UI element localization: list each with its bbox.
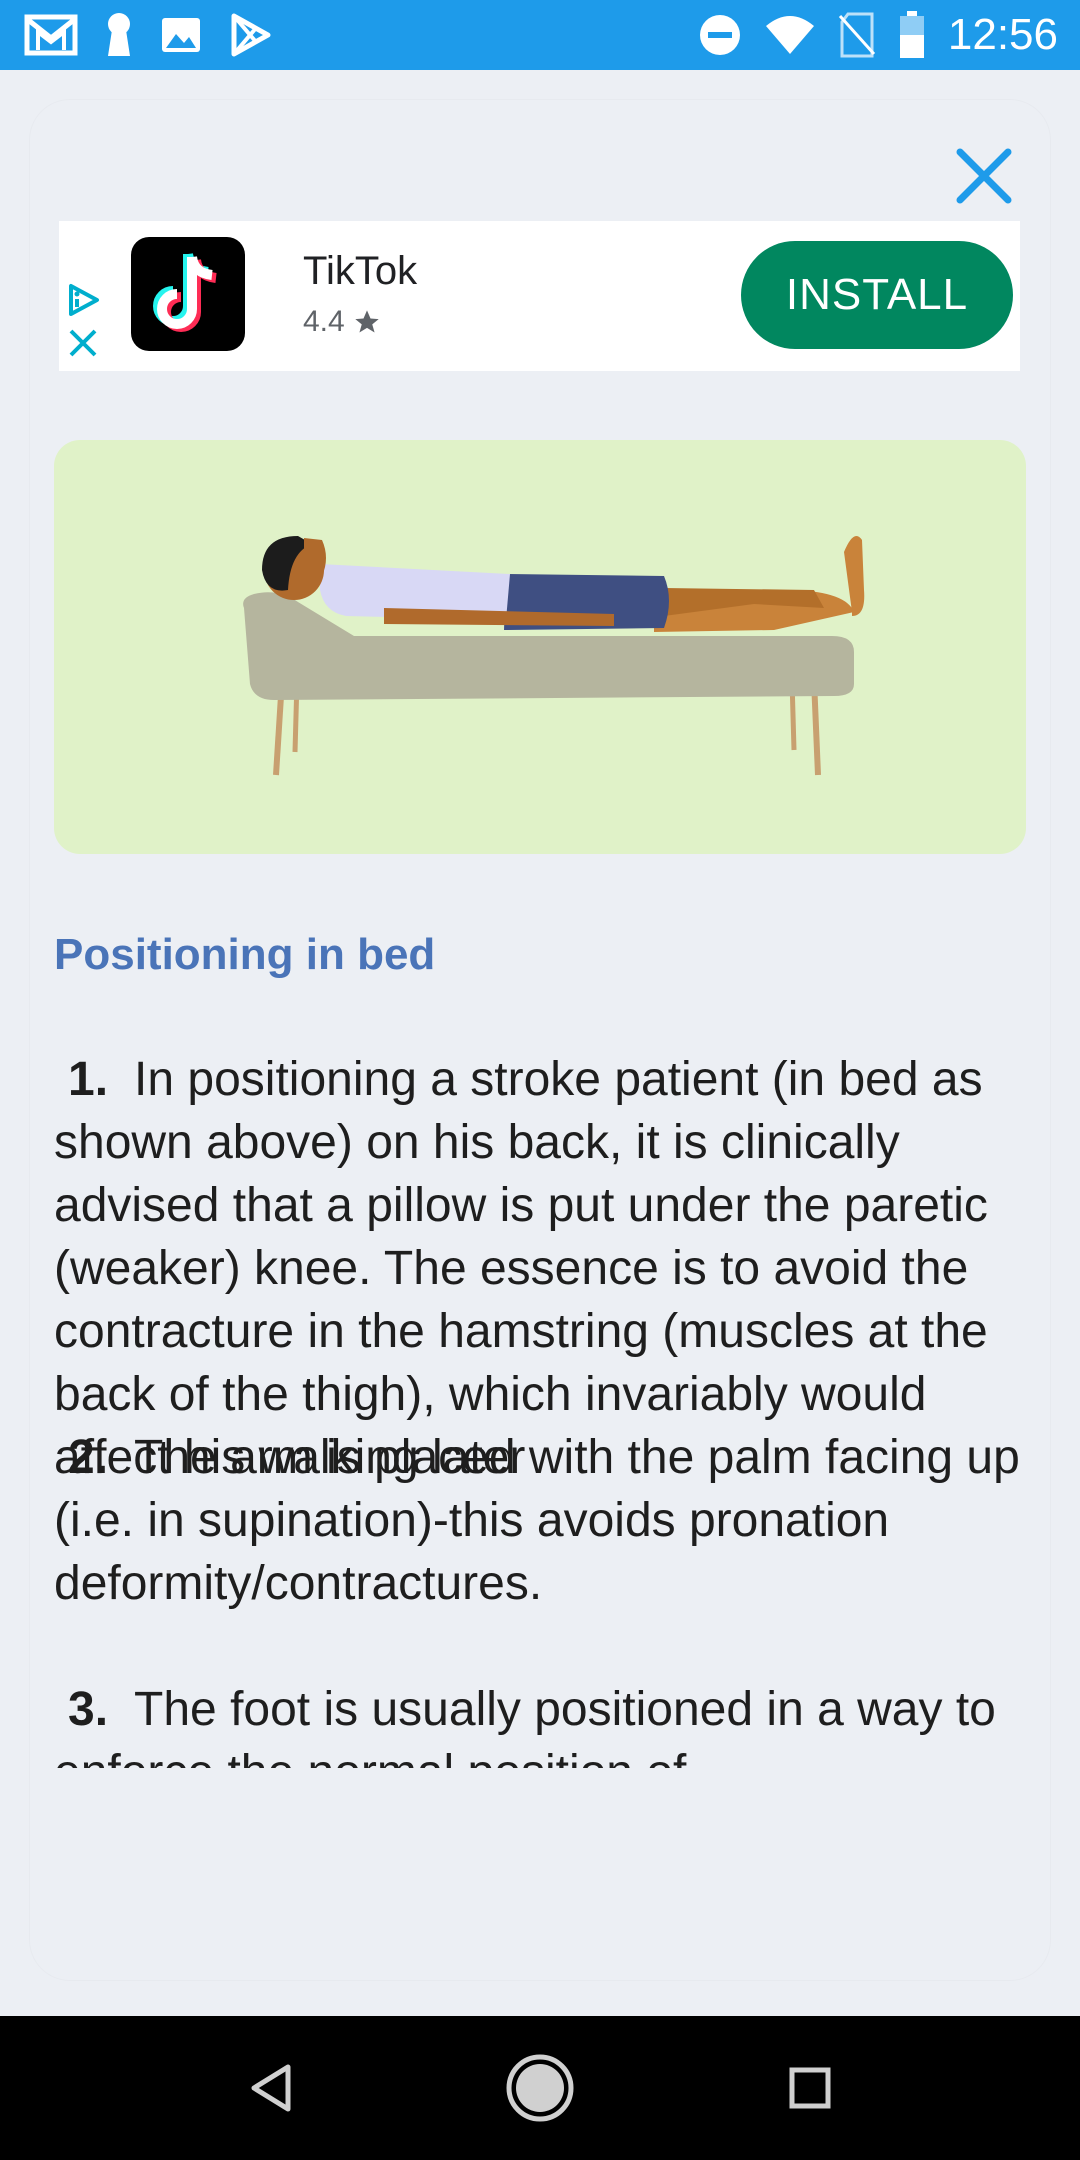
home-button[interactable] (498, 2046, 582, 2130)
paragraph-number: 3. (68, 1683, 109, 1736)
navigation-bar (0, 2016, 1080, 2160)
wifi-icon (764, 14, 816, 56)
clock: 12:56 (947, 10, 1058, 59)
adchoices-icon[interactable] (67, 283, 103, 322)
close-icon (956, 148, 1012, 204)
ad-close-icon[interactable] (67, 327, 99, 364)
paragraph-text: The arm is placed with the palm facing u… (54, 1431, 1020, 1610)
ad-app-name[interactable]: TikTok (303, 249, 417, 294)
system-icons: 12:56 (698, 10, 1058, 60)
notification-icons (24, 10, 274, 60)
ad-banner[interactable]: TikTok 4.4 INSTALL (59, 221, 1020, 371)
home-icon (506, 2054, 574, 2122)
no-sim-icon (838, 12, 876, 58)
recents-button[interactable] (768, 2046, 852, 2130)
play-store-icon (228, 12, 274, 58)
back-button[interactable] (228, 2046, 312, 2130)
keyhole-icon (104, 12, 134, 58)
ad-rating: 4.4 (303, 305, 381, 339)
content-card: TikTok 4.4 INSTALL Positioning in bed 1.… (30, 100, 1050, 1980)
paragraph-text: The foot is usually positioned in a way … (54, 1683, 996, 1768)
instruction-paragraph-2: 2. The arm is placed with the palm facing… (54, 1426, 1039, 1615)
tiktok-logo-icon[interactable] (131, 237, 245, 351)
recents-icon (789, 2067, 831, 2109)
battery-icon (898, 11, 926, 59)
paragraph-number: 1. (68, 1053, 109, 1106)
positioning-illustration (54, 440, 1026, 854)
do-not-disturb-icon (698, 13, 742, 57)
install-button[interactable]: INSTALL (741, 241, 1013, 349)
back-icon (251, 2064, 291, 2112)
paragraph-number: 2. (68, 1431, 109, 1484)
instruction-paragraph-3: 3. The foot is usually positioned in a wa… (54, 1678, 1039, 1768)
patient-lying-in-bed-image (243, 536, 865, 776)
section-title: Positioning in bed (54, 930, 436, 979)
star-icon (355, 310, 379, 333)
ad-rating-value: 4.4 (303, 305, 345, 338)
instruction-paragraph-1: 1. In positioning a stroke patient (in be… (54, 1048, 1039, 1489)
close-button[interactable] (940, 132, 1028, 220)
image-icon (160, 16, 202, 54)
gmail-icon (24, 14, 78, 56)
paragraph-text: In positioning a stroke patient (in bed … (54, 1053, 988, 1484)
status-bar: 12:56 (0, 0, 1080, 70)
